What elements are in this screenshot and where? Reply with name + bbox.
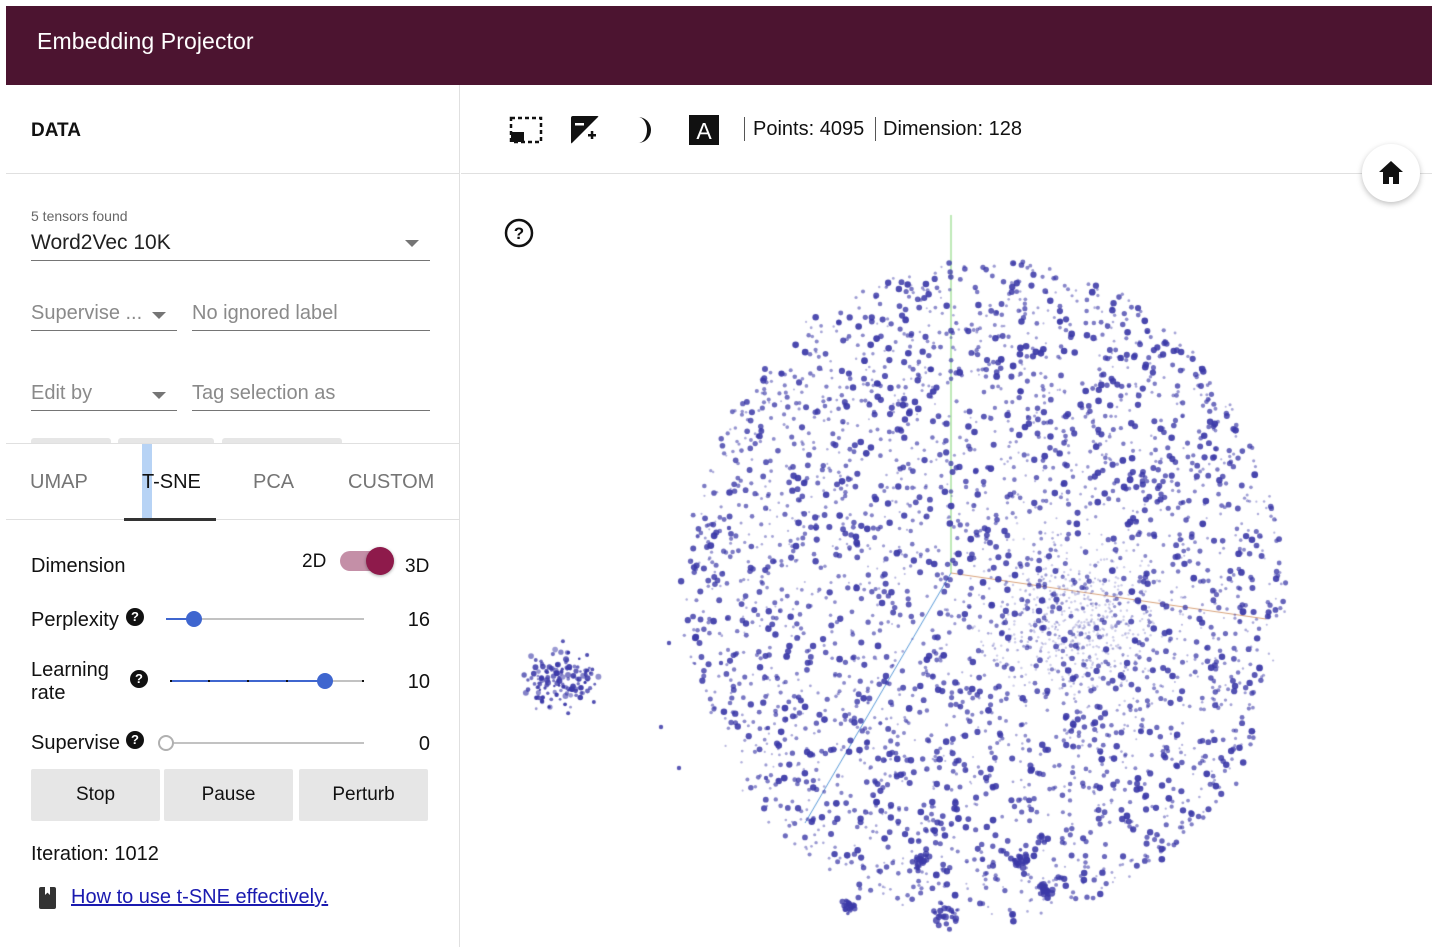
reset-view-button[interactable]	[1362, 144, 1420, 202]
learning-rate-help-icon[interactable]: ?	[130, 670, 148, 688]
points-count: Points: 4095	[753, 118, 865, 140]
chevron-down-icon	[152, 312, 166, 319]
tab-umap[interactable]: UMAP	[30, 471, 88, 494]
supervise-value: 0	[418, 733, 430, 755]
tab-custom[interactable]: CUSTOM	[348, 471, 434, 494]
embedding-projector-app: Embedding Projector DATA 5 tensors found…	[6, 6, 1432, 947]
tag-selection-placeholder: Tag selection as	[192, 382, 336, 404]
chevron-down-icon	[405, 240, 419, 247]
slider-thumb[interactable]	[185, 611, 202, 627]
dimension-count: Dimension: 128	[883, 118, 1022, 140]
perplexity-value: 16	[407, 609, 430, 631]
tsne-help-link[interactable]: How to use t-SNE effectively.	[71, 886, 328, 909]
moon-icon[interactable]	[627, 115, 661, 145]
data-panel: DATA 5 tensors found Word2Vec 10K Superv…	[6, 85, 460, 947]
tensor-select-value: Word2Vec 10K	[31, 231, 171, 254]
projection-help-icon[interactable]: ?	[504, 218, 534, 248]
learning-rate-slider[interactable]	[170, 671, 364, 691]
supervise-label: Supervise	[31, 732, 120, 754]
app-title: Embedding Projector	[37, 28, 254, 54]
dimension-toggle-thumb[interactable]	[366, 547, 394, 575]
label-icon[interactable]: A	[686, 115, 720, 145]
tensors-found-caption: 5 tensors found	[31, 208, 128, 224]
perplexity-help-icon[interactable]: ?	[126, 608, 144, 626]
learning-rate-label-line2: rate	[31, 682, 66, 704]
book-icon	[39, 887, 56, 909]
dimension-2d-label: 2D	[302, 551, 327, 572]
slider-tick	[170, 680, 172, 682]
dimension-toggle[interactable]	[340, 547, 394, 575]
projection-tabs: UMAP T-SNE PCA CUSTOM	[6, 443, 460, 521]
slider-tick	[208, 680, 210, 682]
data-section-header: DATA	[6, 85, 460, 174]
tab-pca[interactable]: PCA	[253, 471, 294, 494]
toolbar-divider	[875, 117, 876, 141]
projector-toolbar: A Points: 4095 Dimension: 128	[461, 85, 1432, 174]
night-mode-icon[interactable]	[568, 115, 602, 145]
perplexity-slider[interactable]	[166, 609, 364, 629]
perturb-button[interactable]: Perturb	[299, 769, 428, 821]
selection-box-icon[interactable]	[509, 115, 543, 145]
learning-rate-label-line1: Learning	[31, 659, 109, 681]
toolbar-divider	[744, 117, 745, 141]
projection-scatter-canvas[interactable]	[461, 181, 1432, 947]
dimension-3d-label: 3D	[405, 556, 430, 577]
pause-button[interactable]: Pause	[164, 769, 293, 821]
chevron-down-icon	[152, 392, 166, 399]
slider-thumb[interactable]	[317, 673, 334, 689]
slider-tick	[247, 680, 249, 682]
active-tab-indicator	[124, 518, 216, 521]
supervise-by-select[interactable]: Supervise ...	[31, 297, 177, 331]
stop-button[interactable]: Stop	[31, 769, 160, 821]
label-icon-text: A	[696, 118, 712, 144]
svg-text:?: ?	[514, 224, 524, 243]
supervise-help-icon[interactable]: ?	[126, 731, 144, 749]
edit-by-select[interactable]: Edit by	[31, 377, 177, 411]
data-section-title: DATA	[31, 120, 81, 141]
learning-rate-value: 10	[407, 671, 430, 693]
home-icon	[1379, 161, 1403, 184]
ignored-label-input[interactable]: No ignored label	[192, 297, 430, 331]
iteration-counter: Iteration: 1012	[31, 843, 159, 865]
ignored-label-placeholder: No ignored label	[192, 302, 338, 324]
dimension-label: Dimension	[31, 555, 126, 577]
slider-tick	[286, 680, 288, 682]
perplexity-label: Perplexity	[31, 609, 119, 631]
tab-tsne[interactable]: T-SNE	[142, 471, 201, 494]
edit-by-value: Edit by	[31, 382, 93, 404]
supervise-by-value: Supervise ...	[31, 302, 143, 324]
supervise-slider[interactable]	[158, 733, 364, 753]
slider-tick	[362, 680, 364, 682]
slider-track	[166, 742, 364, 744]
slider-thumb[interactable]	[158, 735, 174, 751]
tag-selection-input[interactable]: Tag selection as	[192, 377, 430, 411]
tensor-select[interactable]: Word2Vec 10K	[31, 225, 430, 261]
app-header: Embedding Projector	[6, 6, 1432, 85]
